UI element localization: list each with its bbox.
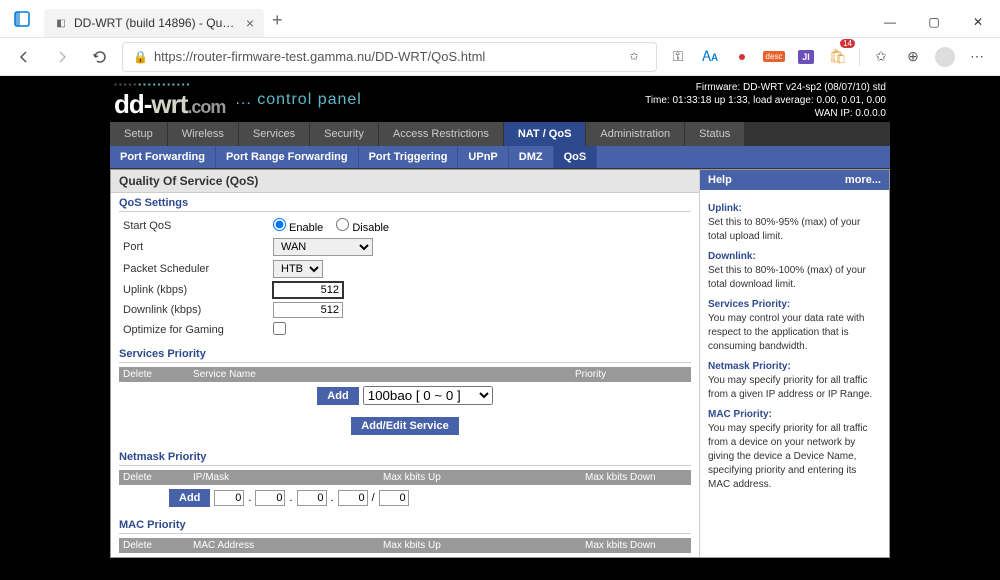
uplink-label: Uplink (kbps) [123,284,273,296]
port-select[interactable]: WAN [273,238,373,256]
mac-priority-title: MAC Priority [119,519,691,534]
subtab-upnp[interactable]: UPnP [458,146,508,168]
help-desc: You may control your data rate with resp… [708,312,881,354]
services-grid-header: Delete Service Name Priority [119,367,691,382]
toolbar-divider [859,48,860,66]
ip-segment-4[interactable] [338,490,368,506]
page-viewport: ▪▪▪▪▪▪▪▪▪▪▪▪▪▪▪▪ dd-wrt.com ... control … [0,76,1000,580]
add-edit-service-button[interactable]: Add/Edit Service [351,417,458,435]
profile-icon[interactable] [930,41,960,73]
mac-grid-header: Delete MAC Address Max kbits Up Max kbit… [119,538,691,553]
netmask-priority-title: Netmask Priority [119,451,691,466]
subtab-port-forwarding[interactable]: Port Forwarding [110,146,216,168]
status-firmware: Firmware: DD-WRT v24-sp2 (08/07/10) std [645,81,886,94]
tab-nat-qos[interactable]: NAT / QoS [504,122,587,146]
logo: ▪▪▪▪▪▪▪▪▪▪▪▪▪▪▪▪ dd-wrt.com ... control … [114,80,362,120]
help-more-link[interactable]: more... [845,174,881,186]
subtab-port-triggering[interactable]: Port Triggering [359,146,459,168]
help-body: Uplink:Set this to 80%-95% (max) of your… [700,190,889,502]
minimize-button[interactable]: — [868,7,912,37]
page-title: Quality Of Service (QoS) [111,170,699,193]
tab-security[interactable]: Security [310,122,379,146]
scheduler-select[interactable]: HTB [273,260,323,278]
ip-segment-2[interactable] [255,490,285,506]
services-priority-title: Services Priority [119,348,691,363]
sub-tabs: Port ForwardingPort Range ForwardingPort… [110,146,890,169]
collections-icon[interactable]: ⊕ [898,41,928,73]
browser-app-icon [8,5,36,33]
browser-navbar: 🔒 ✩ ⚿ 🗛 desc JI 🛍14 ✩ ⊕ ⋯ [0,38,1000,76]
service-name-select[interactable]: 100bao [ 0 ~ 0 ] [363,386,493,405]
uplink-input[interactable] [273,282,343,298]
browser-tab[interactable]: ◧ DD-WRT (build 14896) - Quality × [44,9,264,37]
status-block: Firmware: DD-WRT v24-sp2 (08/07/10) std … [645,81,886,120]
port-label: Port [123,241,273,253]
new-tab-button[interactable]: + [272,10,283,31]
start-qos-label: Start QoS [123,220,273,232]
forward-button[interactable] [46,41,78,73]
optimize-gaming-label: Optimize for Gaming [123,324,273,336]
window-close-button[interactable]: ✕ [956,7,1000,37]
qos-settings-title: QoS Settings [119,197,691,212]
window-controls: — ▢ ✕ [868,7,1000,37]
extension-key-icon[interactable]: ⚿ [663,41,693,73]
subtab-qos[interactable]: QoS [554,146,598,168]
extension-dot-icon[interactable] [727,41,757,73]
help-desc: Set this to 80%-95% (max) of your total … [708,216,881,244]
downlink-label: Downlink (kbps) [123,304,273,316]
refresh-button[interactable] [84,41,116,73]
help-desc: You may specify priority for all traffic… [708,374,881,402]
help-term: Netmask Priority: [708,360,881,374]
extension-square-icon[interactable]: JI [791,41,821,73]
status-time: Time: 01:33:18 up 1:33, load average: 0.… [645,94,886,107]
address-bar[interactable]: 🔒 ✩ [122,42,657,72]
tab-access-restrictions[interactable]: Access Restrictions [379,122,504,146]
tab-setup[interactable]: Setup [110,122,168,146]
services-add-button[interactable]: Add [317,387,358,405]
netmask-add-button[interactable]: Add [169,489,210,507]
help-desc: You may specify priority for all traffic… [708,422,881,492]
favorites-bar-icon[interactable]: ✩ [866,41,896,73]
disable-radio[interactable]: Disable [336,222,389,234]
help-title: Help [708,174,732,186]
subtab-dmz[interactable]: DMZ [509,146,554,168]
tab-wireless[interactable]: Wireless [168,122,239,146]
extension-desc-icon[interactable]: desc [759,41,789,73]
tab-administration[interactable]: Administration [586,122,685,146]
tab-favicon-icon: ◧ [54,16,68,30]
extension-translate-icon[interactable]: 🗛 [695,41,725,73]
browser-titlebar: ◧ DD-WRT (build 14896) - Quality × + — ▢… [0,0,1000,38]
extension-shopping-icon[interactable]: 🛍14 [823,41,853,73]
enable-radio[interactable]: Enable [273,222,323,234]
url-input[interactable] [154,49,616,64]
menu-button[interactable]: ⋯ [962,41,992,73]
tab-title: DD-WRT (build 14896) - Quality [74,16,240,30]
subtab-port-range-forwarding[interactable]: Port Range Forwarding [216,146,359,168]
help-term: Uplink: [708,202,881,216]
close-icon[interactable]: × [246,15,254,31]
ip-segment-1[interactable] [214,490,244,506]
tab-status[interactable]: Status [685,122,745,146]
ip-segment-3[interactable] [297,490,327,506]
maximize-button[interactable]: ▢ [912,7,956,37]
help-desc: Set this to 80%-100% (max) of your total… [708,264,881,292]
control-panel-label: ... control panel [235,91,361,109]
help-term: Services Priority: [708,298,881,312]
back-button[interactable] [8,41,40,73]
help-header: Help more... [700,170,889,190]
lock-icon: 🔒 [133,50,148,64]
favorite-icon[interactable]: ✩ [622,41,646,73]
main-tabs: SetupWirelessServicesSecurityAccess Rest… [110,122,890,146]
optimize-gaming-checkbox[interactable] [273,322,286,335]
tab-services[interactable]: Services [239,122,310,146]
downlink-input[interactable] [273,302,343,318]
help-term: MAC Priority: [708,408,881,422]
help-term: Downlink: [708,250,881,264]
mask-input[interactable] [379,490,409,506]
netmask-grid-header: Delete IP/Mask Max kbits Up Max kbits Do… [119,470,691,485]
scheduler-label: Packet Scheduler [123,263,273,275]
status-wan: WAN IP: 0.0.0.0 [645,107,886,120]
